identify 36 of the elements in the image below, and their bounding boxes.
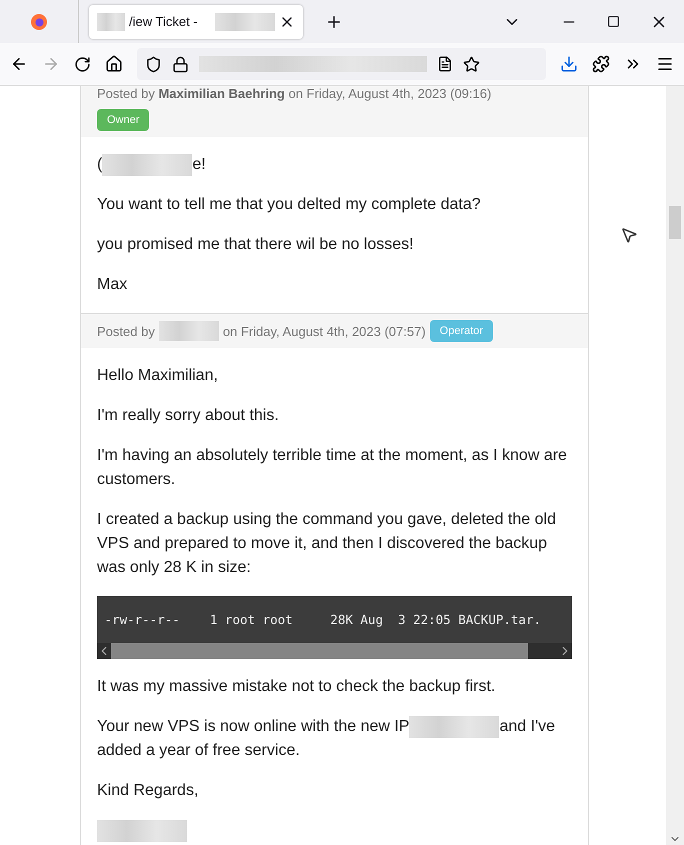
message-paragraph: I'm having an absolutely terrible time at the moment, as I know are customers. xyxy=(97,446,568,490)
post-meta: Posted by Maximilian Baehring on Friday, August 4th, 2023 (09:16) xyxy=(97,86,492,101)
role-badge: Owner xyxy=(97,109,150,131)
message-paragraph: Hello Maximilian, xyxy=(97,366,219,386)
message-paragraph: Your new VPS is now online with the new IP and I've added a year of free service. xyxy=(97,715,572,763)
reload-icon[interactable] xyxy=(74,56,91,72)
reader-view-icon[interactable] xyxy=(437,56,453,72)
browser-tab[interactable]: /iew Ticket - xyxy=(89,4,303,38)
post-meta: Posted by on Friday, August 4th, 2023 (07:57) xyxy=(97,321,426,341)
home-icon[interactable] xyxy=(105,55,123,73)
address-bar[interactable] xyxy=(137,48,546,80)
extensions-icon[interactable] xyxy=(592,55,610,73)
message-paragraph: Kind Regards, xyxy=(97,781,200,801)
message-paragraph: you promised me that there wil be no losses! xyxy=(97,235,415,255)
maximize-icon[interactable] xyxy=(607,15,620,28)
message-paragraph: Max xyxy=(97,275,128,295)
menu-icon[interactable] xyxy=(656,55,674,73)
message-paragraph: I'm really sorry about this. xyxy=(97,406,280,426)
lock-icon xyxy=(172,56,189,72)
browser-logo-icon xyxy=(31,14,47,30)
tab-title: /iew Ticket - xyxy=(129,14,199,29)
horizontal-scrollbar[interactable] xyxy=(97,643,572,659)
scrollbar-thumb[interactable] xyxy=(669,206,681,239)
role-badge: Operator xyxy=(430,320,494,342)
shield-icon[interactable] xyxy=(145,56,162,72)
message-paragraph: You want to tell me that you delted my complete data? xyxy=(97,195,482,215)
back-icon[interactable] xyxy=(10,55,28,73)
bookmark-star-icon[interactable] xyxy=(463,56,480,72)
message-paragraph: ( e! xyxy=(97,153,572,177)
mouse-cursor-icon xyxy=(620,226,638,244)
scrollbar[interactable] xyxy=(666,86,684,845)
download-icon[interactable] xyxy=(560,55,578,73)
code-text: -rw-r--r-- 1 root root 28K Aug 3 22:05 BACKUP.tar. xyxy=(104,611,542,629)
redacted-block xyxy=(158,321,219,341)
message-paragraph: I created a backup using the command you gave, deleted the old VPS and prepared to move it, and then I discovered the backup was only 28 K in size: xyxy=(97,510,557,578)
message-paragraph: It was my massive mistake not to check the backup first. xyxy=(97,677,496,697)
